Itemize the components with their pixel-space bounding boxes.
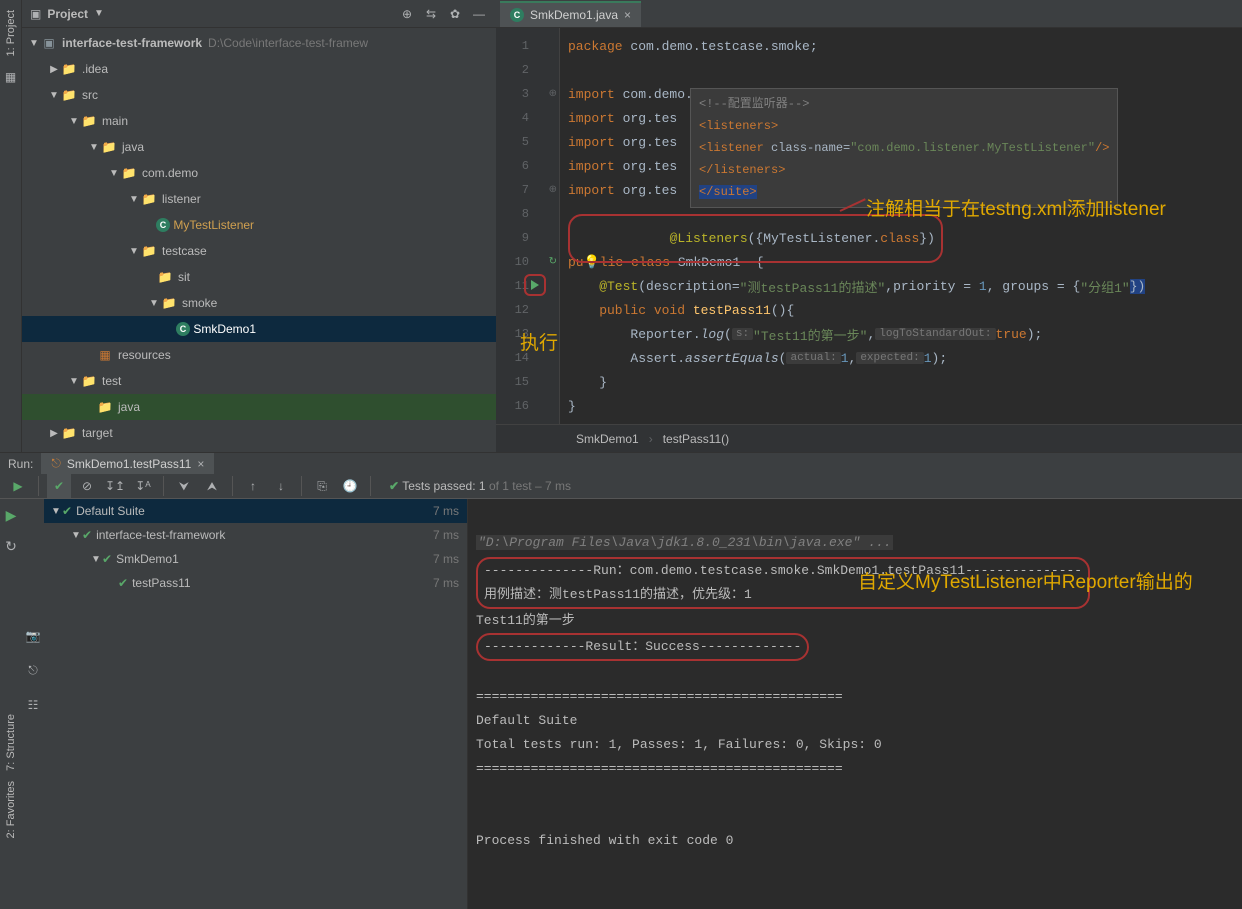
run-header: Run: ⎋ SmkDemo1.testPass11 × [0,453,1242,474]
tab-smkdemo1[interactable]: C SmkDemo1.java × [500,1,641,27]
tree-root-name: interface-test-framework [62,36,202,50]
tree-java[interactable]: ▼📁java [22,134,496,160]
expand-all-icon[interactable]: ⮟ [172,474,196,498]
run-extra-rail: 📷 ⎋ ☷ [22,499,44,909]
sort-alpha-icon[interactable]: ↧ᴬ [131,474,155,498]
history-icon[interactable]: 🕘 [338,474,362,498]
run-tree-test[interactable]: ✔testPass117 ms [44,571,467,595]
run-label: Run: [8,457,33,471]
tree-smoke[interactable]: ▼📁smoke [22,290,496,316]
collapse-all-icon[interactable]: ⮝ [200,474,224,498]
tree-mylistener[interactable]: C MyTestListener [22,212,496,238]
gear-icon[interactable]: ✿ [446,7,464,21]
project-title[interactable]: Project [47,7,88,21]
class-icon: C [510,8,524,22]
favorites-tool-label[interactable]: 2: Favorites [5,781,17,838]
editor-tabs: C SmkDemo1.java × [496,0,1242,28]
console-output[interactable]: "D:\Program Files\Java\jdk1.8.0_231\bin\… [468,499,1242,909]
class-icon: C [176,322,190,336]
tab-label: SmkDemo1.java [530,8,618,22]
xml-popup: <!--配置监听器--> <listeners> <listener class… [690,88,1118,208]
left-bottom-rail: 7: Structure 2: Favorites [0,560,22,844]
project-dropdown-icon[interactable]: ▼ [94,8,104,19]
tree-resources[interactable]: ▦resources [22,342,496,368]
run-tree-project[interactable]: ▼✔interface-test-framework7 ms [44,523,467,547]
run-panel: Run: ⎋ SmkDemo1.testPass11 × ▶ ✔ ⊘ ↧↥ ↧ᴬ… [0,452,1242,844]
ignore-toggle-icon[interactable]: ⊘ [75,474,99,498]
tool-icon[interactable]: ▦ [5,70,16,84]
project-tool-label[interactable]: 1: Project [5,10,17,56]
prev-fail-icon[interactable]: ↑ [241,474,265,498]
tree-src[interactable]: ▼📁src [22,82,496,108]
project-panel: ▣ Project ▼ ⊕ ⇆ ✿ — ▼▣ interface-test-fr… [22,0,496,452]
breadcrumb-method[interactable]: testPass11() [663,432,729,446]
project-icon: ▣ [30,7,41,21]
pass-toggle-icon[interactable]: ✔ [47,474,71,498]
tree-test-java[interactable]: 📁java [22,394,496,420]
class-icon: C [156,218,170,232]
run-tree: ▼✔Default Suite7 ms ▼✔interface-test-fra… [44,499,468,909]
exit-icon[interactable]: ⎋ [28,663,38,678]
close-icon[interactable]: × [197,457,204,471]
run-tab[interactable]: ⎋ SmkDemo1.testPass11 × [41,453,214,474]
hierarchy-icon[interactable]: ☷ [28,698,39,712]
tree-sit[interactable]: 📁sit [22,264,496,290]
annotation-listeners: 注解相当于在testng.xml添加listener [866,198,1196,223]
tree-main[interactable]: ▼📁main [22,108,496,134]
tree-idea[interactable]: ▶📁.idea [22,56,496,82]
run-tree-class[interactable]: ▼✔SmkDemo17 ms [44,547,467,571]
project-tree: ▼▣ interface-test-framework D:\Code\inte… [22,28,496,452]
tree-listener[interactable]: ▼📁listener [22,186,496,212]
tree-pkg[interactable]: ▼📁com.demo [22,160,496,186]
code-pane[interactable]: package com.demo.testcase.smoke; import … [560,28,1242,424]
structure-tool-label[interactable]: 7: Structure [5,714,17,771]
rerun-failed-icon[interactable]: ↻ [5,538,17,555]
run-gutter-icon[interactable] [524,274,546,296]
next-fail-icon[interactable]: ↓ [269,474,293,498]
expand-icon[interactable]: ⇆ [422,7,440,21]
tests-passed-label: ✔ Tests passed: 1 of 1 test – 7 ms [389,479,571,493]
tree-testcase[interactable]: ▼📁testcase [22,238,496,264]
tree-root[interactable]: ▼▣ interface-test-framework D:\Code\inte… [22,30,496,56]
minimize-icon[interactable]: — [470,7,488,21]
export-icon[interactable]: ⎘ [310,474,334,498]
editor-area: C SmkDemo1.java × 1 2 3⊕ 4 5 6 7⊕ 8 9 10… [496,0,1242,452]
tree-root-path: D:\Code\interface-test-framew [208,36,368,50]
run-tree-suite[interactable]: ▼✔Default Suite7 ms [44,499,467,523]
rerun-icon[interactable]: ▶ [6,474,30,498]
tree-smkdemo1[interactable]: C SmkDemo1 [22,316,496,342]
close-icon[interactable]: × [624,8,631,22]
rerun-icon[interactable]: ▶ [6,507,17,524]
tree-test[interactable]: ▼📁test [22,368,496,394]
editor-gutter: 1 2 3⊕ 4 5 6 7⊕ 8 9 10↻ 11 12 13 14 15 1… [496,28,560,424]
breadcrumb-class[interactable]: SmkDemo1 [576,432,639,446]
left-tool-rail: 1: Project ▦ [0,0,22,452]
camera-icon[interactable]: 📷 [26,629,41,643]
sort-icon[interactable]: ↧↥ [103,474,127,498]
annotation-run: 执行 [520,332,558,357]
locate-icon[interactable]: ⊕ [398,7,416,21]
run-toolbar: ▶ ✔ ⊘ ↧↥ ↧ᴬ ⮟ ⮝ ↑ ↓ ⎘ 🕘 ✔ Tests passed: … [0,474,1242,499]
breadcrumb: SmkDemo1 › testPass11() [496,424,1242,452]
project-header: ▣ Project ▼ ⊕ ⇆ ✿ — [22,0,496,28]
tree-target[interactable]: ▶📁target [22,420,496,446]
annotation-console: 自定义MyTestListener中Reporter输出的 [858,571,1138,596]
